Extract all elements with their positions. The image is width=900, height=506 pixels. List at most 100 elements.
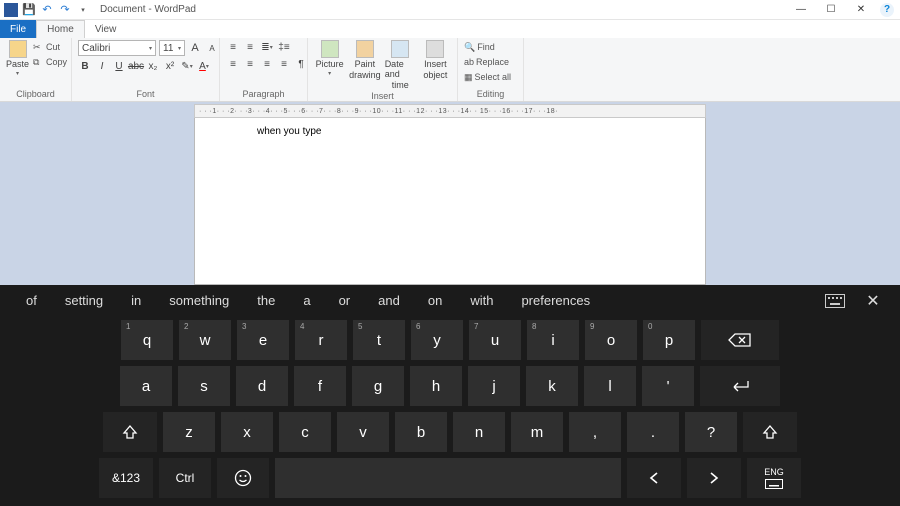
close-keyboard-icon[interactable]: ✕ <box>858 286 888 316</box>
maximize-button[interactable]: ☐ <box>816 0 846 20</box>
align-center-button[interactable]: ≡ <box>243 57 257 71</box>
suggestion[interactable]: of <box>12 285 51 316</box>
decrease-indent-button[interactable]: ≡ <box>226 40 240 54</box>
key-w[interactable]: 2w <box>179 320 231 360</box>
suggestion[interactable]: a <box>289 285 324 316</box>
insert-object-button[interactable]: Insertobject <box>420 40 451 80</box>
cut-button[interactable]: ✂Cut <box>33 40 67 54</box>
increase-indent-button[interactable]: ≡ <box>243 40 257 54</box>
key-p[interactable]: 0p <box>643 320 695 360</box>
highlight-button[interactable]: ✎▾ <box>180 59 194 73</box>
bold-button[interactable]: B <box>78 59 92 73</box>
key-question[interactable]: ? <box>685 412 737 452</box>
grow-font-button[interactable]: A <box>188 41 202 55</box>
suggestion[interactable]: with <box>456 285 507 316</box>
key-u[interactable]: 7u <box>469 320 521 360</box>
align-right-button[interactable]: ≡ <box>260 57 274 71</box>
suggestion[interactable]: in <box>117 285 155 316</box>
key-t[interactable]: 5t <box>353 320 405 360</box>
key-shift-right[interactable] <box>743 412 797 452</box>
suggestion[interactable]: and <box>364 285 414 316</box>
find-button[interactable]: 🔍Find <box>464 40 495 54</box>
italic-button[interactable]: I <box>95 59 109 73</box>
key-q[interactable]: 1q <box>121 320 173 360</box>
key-language[interactable]: ENG <box>747 458 801 498</box>
ruler[interactable]: · · ·1· · ·2· · ·3· · ·4· · ·5· · ·6· · … <box>194 104 706 118</box>
key-j[interactable]: j <box>468 366 520 406</box>
suggestion[interactable]: the <box>243 285 289 316</box>
key-shift-left[interactable] <box>103 412 157 452</box>
select-all-button[interactable]: ▦Select all <box>464 70 511 84</box>
strikethrough-button[interactable]: abc <box>129 59 143 73</box>
document-page[interactable]: when you type <box>194 118 706 285</box>
key-s[interactable]: s <box>178 366 230 406</box>
key-f[interactable]: f <box>294 366 346 406</box>
key-i[interactable]: 8i <box>527 320 579 360</box>
shrink-font-button[interactable]: A <box>205 41 219 55</box>
replace-button[interactable]: abReplace <box>464 55 509 69</box>
key-n[interactable]: n <box>453 412 505 452</box>
close-button[interactable]: ✕ <box>846 0 876 20</box>
subscript-button[interactable]: x₂ <box>146 59 160 73</box>
key-c[interactable]: c <box>279 412 331 452</box>
align-justify-button[interactable]: ≡ <box>277 57 291 71</box>
minimize-button[interactable]: — <box>786 0 816 20</box>
key-k[interactable]: k <box>526 366 578 406</box>
key-row-3: z x c v b n m , . ? <box>12 412 888 452</box>
key-period[interactable]: . <box>627 412 679 452</box>
help-button[interactable]: ? <box>880 3 894 17</box>
underline-button[interactable]: U <box>112 59 126 73</box>
picture-icon <box>321 40 339 58</box>
key-arrow-left[interactable] <box>627 458 681 498</box>
insert-paint-button[interactable]: Paintdrawing <box>349 40 381 80</box>
insert-picture-button[interactable]: Picture▾ <box>314 40 345 77</box>
key-ctrl[interactable]: Ctrl <box>159 458 211 498</box>
insert-datetime-button[interactable]: Date andtime <box>385 40 416 90</box>
superscript-button[interactable]: x² <box>163 59 177 73</box>
key-a[interactable]: a <box>120 366 172 406</box>
suggestion[interactable]: on <box>414 285 456 316</box>
suggestion[interactable]: preferences <box>507 285 604 316</box>
font-color-button[interactable]: A▾ <box>197 59 211 73</box>
key-comma[interactable]: , <box>569 412 621 452</box>
save-icon[interactable]: 💾 <box>22 3 36 17</box>
key-mode-numbers[interactable]: &123 <box>99 458 153 498</box>
key-b[interactable]: b <box>395 412 447 452</box>
tab-view[interactable]: View <box>85 20 127 38</box>
key-enter[interactable] <box>700 366 780 406</box>
key-y[interactable]: 6y <box>411 320 463 360</box>
redo-icon[interactable]: ↷ <box>58 3 72 17</box>
suggestion[interactable]: or <box>325 285 365 316</box>
key-space[interactable] <box>275 458 621 498</box>
paste-button[interactable]: Paste ▾ <box>6 40 29 77</box>
key-l[interactable]: l <box>584 366 636 406</box>
key-h[interactable]: h <box>410 366 462 406</box>
keyboard-layout-icon[interactable] <box>820 286 850 316</box>
key-m[interactable]: m <box>511 412 563 452</box>
font-name-select[interactable]: Calibri▾ <box>78 40 156 56</box>
tab-home[interactable]: Home <box>36 20 85 38</box>
key-z[interactable]: z <box>163 412 215 452</box>
key-o[interactable]: 9o <box>585 320 637 360</box>
align-left-button[interactable]: ≡ <box>226 57 240 71</box>
tab-file[interactable]: File <box>0 20 36 38</box>
key-arrow-right[interactable] <box>687 458 741 498</box>
key-v[interactable]: v <box>337 412 389 452</box>
suggestion[interactable]: setting <box>51 285 117 316</box>
key-backspace[interactable] <box>701 320 779 360</box>
key-e[interactable]: 3e <box>237 320 289 360</box>
key-x[interactable]: x <box>221 412 273 452</box>
key-emoji[interactable] <box>217 458 269 498</box>
font-size-select[interactable]: 11▾ <box>159 40 185 56</box>
line-spacing-button[interactable]: ‡≡ <box>277 40 291 54</box>
key-r[interactable]: 4r <box>295 320 347 360</box>
key-g[interactable]: g <box>352 366 404 406</box>
key-d[interactable]: d <box>236 366 288 406</box>
copy-button[interactable]: ⧉Copy <box>33 55 67 69</box>
qat-dropdown-icon[interactable]: ▾ <box>76 3 90 17</box>
suggestion[interactable]: something <box>155 285 243 316</box>
paragraph-dialog-button[interactable]: ¶ <box>294 57 308 71</box>
bullet-list-button[interactable]: ≣▾ <box>260 40 274 54</box>
undo-icon[interactable]: ↶ <box>40 3 54 17</box>
key-apostrophe[interactable]: ' <box>642 366 694 406</box>
